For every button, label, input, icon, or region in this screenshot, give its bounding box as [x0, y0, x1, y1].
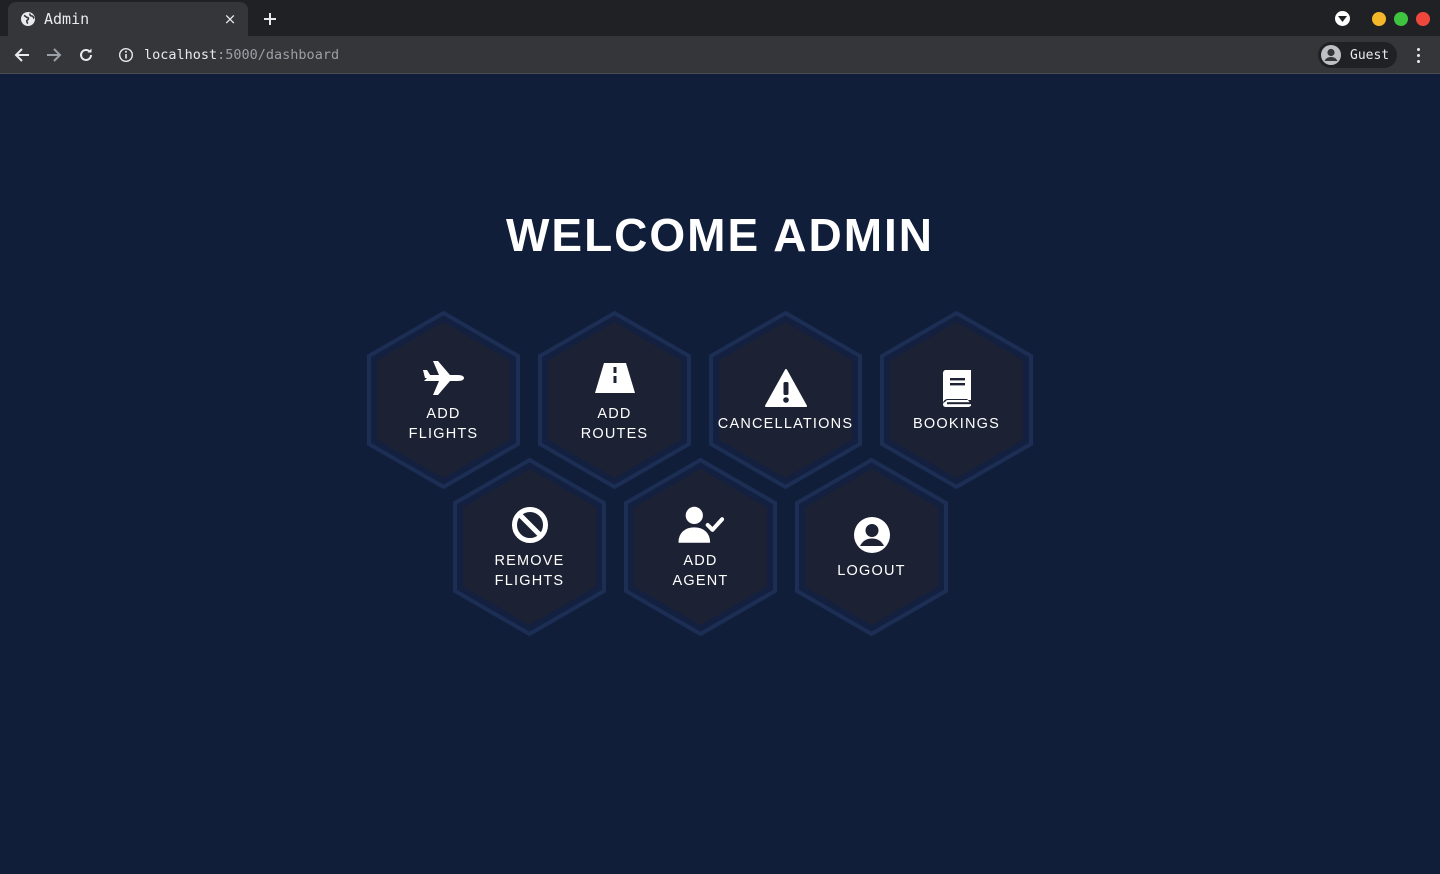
browser-tab[interactable]: Admin × — [8, 2, 248, 36]
ban-icon — [507, 505, 553, 545]
user-check-icon — [677, 505, 724, 545]
menu-tile-label: REMOVE FLIGHTS — [494, 552, 565, 589]
maximize-button[interactable] — [1394, 11, 1408, 26]
menu-tile-remove-flights[interactable]: REMOVE FLIGHTS — [444, 457, 615, 637]
globe-icon — [20, 11, 36, 27]
menu-tile-bookings[interactable]: BOOKINGS — [871, 310, 1042, 490]
chevron-down-icon — [1338, 15, 1347, 22]
plane-icon — [421, 358, 467, 398]
new-tab-button[interactable] — [258, 7, 282, 31]
menu-tile-label: ADD ROUTES — [580, 405, 649, 442]
road-icon — [592, 358, 638, 398]
tab-close-button[interactable]: × — [222, 11, 238, 27]
menu-tile-label: ADD FLIGHTS — [408, 405, 479, 442]
minimize-button[interactable] — [1372, 11, 1386, 26]
tab-search-button[interactable] — [1335, 11, 1350, 26]
avatar-icon — [1320, 44, 1342, 66]
browser-toolbar: localhost:5000/dashboard Guest — [0, 36, 1440, 74]
menu-tile-label: CANCELLATIONS — [717, 415, 854, 432]
address-bar[interactable]: localhost:5000/dashboard — [112, 41, 339, 69]
page-title: WELCOME ADMIN — [505, 209, 935, 261]
menu-tile-logout[interactable]: LOGOUT — [786, 457, 957, 637]
browser-menu-button[interactable] — [1408, 42, 1428, 68]
user-circle-icon — [849, 515, 895, 555]
forward-button[interactable] — [41, 42, 67, 68]
window-controls — [1335, 11, 1430, 26]
arrow-left-icon — [14, 48, 29, 62]
menu-tile-add-flights[interactable]: ADD FLIGHTS — [358, 310, 529, 490]
back-button[interactable] — [9, 42, 35, 68]
menu-tile-add-agent[interactable]: ADD AGENT — [615, 457, 786, 637]
menu-tile-add-routes[interactable]: ADD ROUTES — [529, 310, 700, 490]
info-icon[interactable] — [118, 47, 134, 63]
menu-tile-label: BOOKINGS — [913, 415, 1000, 432]
warning-icon — [763, 368, 809, 408]
menu-tile-label: LOGOUT — [837, 562, 906, 579]
menu-tile-label: ADD AGENT — [672, 552, 729, 589]
url-path: :5000/dashboard — [217, 47, 340, 63]
close-window-button[interactable] — [1416, 11, 1430, 26]
menu-tile-cancellations[interactable]: CANCELLATIONS — [700, 310, 871, 490]
tab-title: Admin — [44, 10, 90, 28]
reload-icon — [80, 48, 92, 61]
plus-icon — [264, 13, 276, 25]
url-host: localhost — [144, 47, 218, 63]
profile-button[interactable]: Guest — [1318, 42, 1398, 68]
profile-name: Guest — [1350, 47, 1390, 63]
arrow-right-icon — [47, 48, 62, 62]
browser-tab-bar: Admin × — [0, 0, 1440, 36]
reload-button[interactable] — [73, 42, 99, 68]
book-icon — [934, 368, 980, 408]
